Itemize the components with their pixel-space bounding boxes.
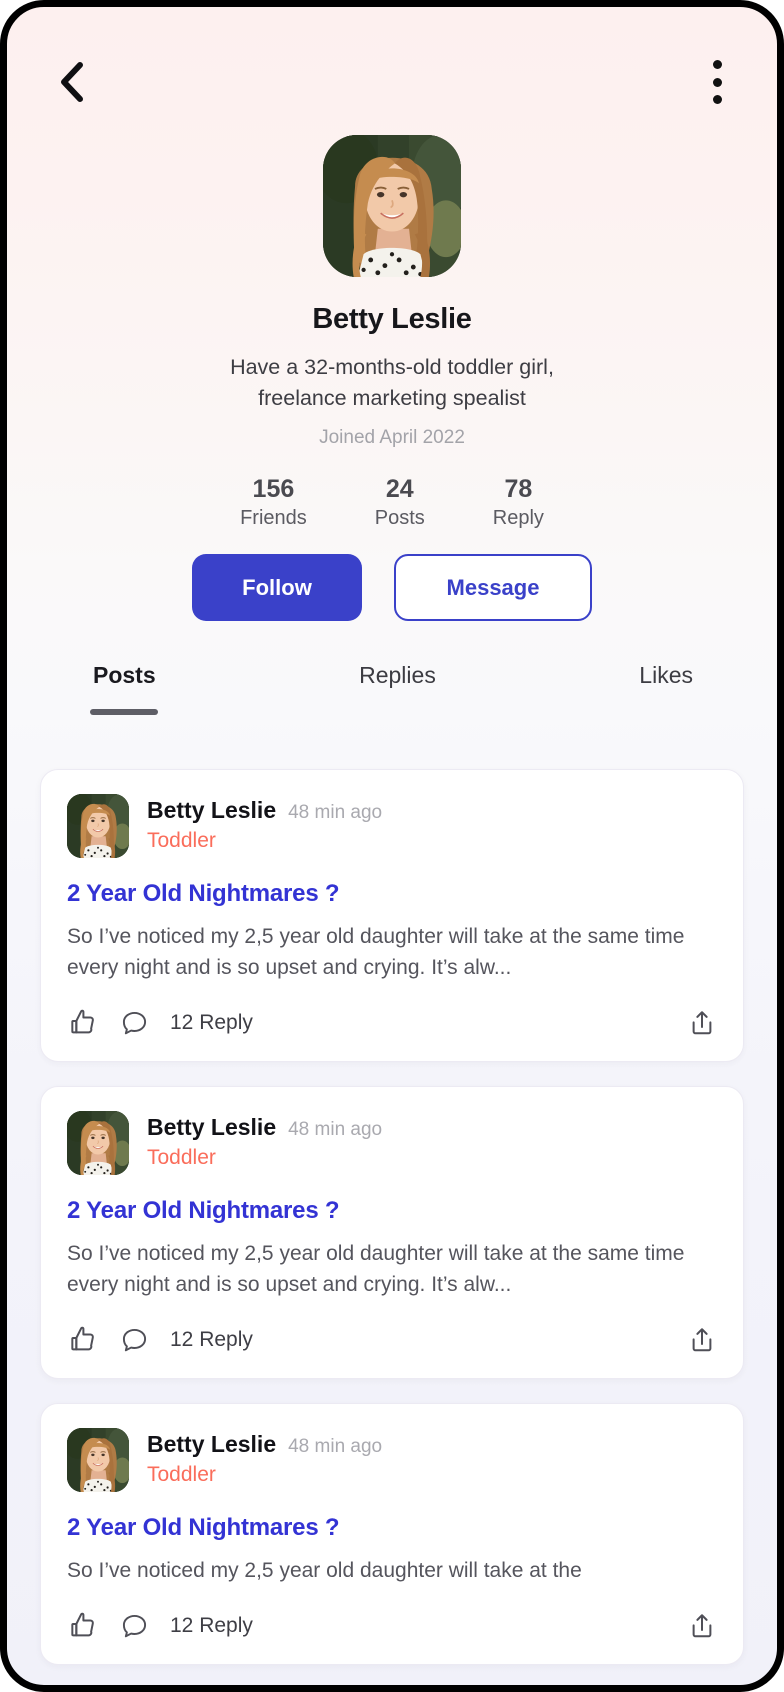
reply-count[interactable]: 12 Reply bbox=[170, 1614, 253, 1638]
profile-actions: Follow Message bbox=[192, 554, 592, 621]
post-category-tag[interactable]: Toddler bbox=[147, 1463, 382, 1487]
stat-friends-label: Friends bbox=[240, 507, 307, 529]
post-meta: Betty Leslie 48 min ago Toddler bbox=[147, 794, 382, 853]
post-card[interactable]: Betty Leslie 48 min ago Toddler 2 Year O… bbox=[40, 1086, 744, 1379]
phone-frame: Betty Leslie Have a 32-months-old toddle… bbox=[0, 0, 784, 1692]
thumbs-up-icon bbox=[71, 1009, 94, 1034]
more-vertical-icon-dot bbox=[712, 95, 722, 104]
post-title[interactable]: 2 Year Old Nightmares ? bbox=[67, 1197, 717, 1225]
comment-bubble-icon bbox=[122, 1614, 147, 1637]
post-author-avatar[interactable] bbox=[67, 1428, 129, 1492]
post-author-row: Betty Leslie 48 min ago bbox=[147, 797, 382, 824]
avatar-image bbox=[67, 1428, 129, 1492]
like-button[interactable] bbox=[67, 1007, 99, 1039]
post-author-name[interactable]: Betty Leslie bbox=[147, 797, 276, 824]
post-timestamp: 48 min ago bbox=[288, 1119, 383, 1140]
post-author-row: Betty Leslie 48 min ago bbox=[147, 1431, 382, 1458]
post-body: So I’ve noticed my 2,5 year old daughter… bbox=[67, 925, 685, 979]
post-card[interactable]: Betty Leslie 48 min ago Toddler 2 Year O… bbox=[40, 1403, 744, 1665]
post-category-tag[interactable]: Toddler bbox=[147, 1146, 382, 1170]
post-actions: 12 Reply bbox=[67, 1610, 717, 1642]
post-author-name[interactable]: Betty Leslie bbox=[147, 1114, 276, 1141]
share-button[interactable] bbox=[687, 1611, 717, 1641]
tab-likes[interactable]: Likes bbox=[639, 662, 693, 715]
profile-tabs: Posts Replies Likes bbox=[7, 662, 777, 715]
share-icon bbox=[692, 1328, 712, 1352]
avatar-image bbox=[67, 1111, 129, 1175]
post-header: Betty Leslie 48 min ago Toddler bbox=[67, 1111, 717, 1175]
post-author-avatar[interactable] bbox=[67, 794, 129, 858]
post-body: So I’ve noticed my 2,5 year old daughter… bbox=[67, 1242, 685, 1296]
stat-posts[interactable]: 24 Posts bbox=[375, 473, 425, 530]
profile-joined-date: Joined April 2022 bbox=[319, 427, 465, 448]
tab-likes-label: Likes bbox=[639, 662, 693, 688]
profile-bio: Have a 32-months-old toddler girl, freel… bbox=[230, 352, 554, 414]
avatar-image bbox=[67, 794, 129, 858]
reply-count[interactable]: 12 Reply bbox=[170, 1011, 253, 1035]
share-icon bbox=[692, 1011, 712, 1035]
post-author-name[interactable]: Betty Leslie bbox=[147, 1431, 276, 1458]
thumbs-up-icon bbox=[71, 1612, 94, 1637]
reply-count[interactable]: 12 Reply bbox=[170, 1328, 253, 1352]
share-button[interactable] bbox=[687, 1008, 717, 1038]
tab-active-indicator bbox=[90, 709, 159, 715]
comment-bubble-icon bbox=[122, 1011, 147, 1034]
post-timestamp: 48 min ago bbox=[288, 1436, 383, 1457]
tab-replies-label: Replies bbox=[359, 662, 436, 688]
stat-reply-label: Reply bbox=[492, 507, 544, 529]
profile-bio-line-1: Have a 32-months-old toddler girl, bbox=[230, 355, 554, 379]
post-category-tag[interactable]: Toddler bbox=[147, 829, 382, 853]
tab-posts[interactable]: Posts bbox=[90, 662, 159, 715]
like-button[interactable] bbox=[67, 1324, 99, 1356]
thumbs-up-icon bbox=[71, 1326, 94, 1351]
stat-reply-value: 78 bbox=[504, 475, 533, 503]
avatar[interactable] bbox=[323, 135, 461, 277]
message-button[interactable]: Message bbox=[394, 554, 592, 621]
comment-button[interactable] bbox=[119, 1325, 150, 1356]
post-author-avatar[interactable] bbox=[67, 1111, 129, 1175]
post-actions: 12 Reply bbox=[67, 1007, 717, 1039]
profile-header: Betty Leslie Have a 32-months-old toddle… bbox=[7, 135, 777, 621]
tab-replies[interactable]: Replies bbox=[359, 662, 436, 715]
like-button[interactable] bbox=[67, 1610, 99, 1642]
post-header: Betty Leslie 48 min ago Toddler bbox=[67, 794, 717, 858]
share-icon bbox=[692, 1614, 712, 1638]
posts-feed: Betty Leslie 48 min ago Toddler 2 Year O… bbox=[7, 769, 777, 1685]
post-title[interactable]: 2 Year Old Nightmares ? bbox=[67, 1514, 717, 1542]
back-button[interactable] bbox=[49, 60, 93, 104]
profile-bio-line-2: freelance marketing spealist bbox=[258, 386, 526, 410]
more-vertical-icon-dot bbox=[712, 60, 722, 69]
stat-posts-value: 24 bbox=[385, 475, 414, 503]
chevron-left-icon bbox=[61, 62, 83, 102]
post-author-row: Betty Leslie 48 min ago bbox=[147, 1114, 382, 1141]
tab-posts-label: Posts bbox=[93, 662, 156, 688]
comment-bubble-icon bbox=[122, 1328, 147, 1351]
post-header: Betty Leslie 48 min ago Toddler bbox=[67, 1428, 717, 1492]
more-options-button[interactable] bbox=[695, 54, 739, 110]
comment-button[interactable] bbox=[119, 1008, 150, 1039]
avatar-image bbox=[323, 135, 461, 277]
page-title: Betty Leslie bbox=[312, 303, 472, 335]
post-meta: Betty Leslie 48 min ago Toddler bbox=[147, 1428, 382, 1487]
stat-posts-label: Posts bbox=[374, 507, 425, 529]
share-button[interactable] bbox=[687, 1325, 717, 1355]
post-title[interactable]: 2 Year Old Nightmares ? bbox=[67, 880, 717, 908]
profile-stats: 156 Friends 24 Posts 78 Reply bbox=[240, 473, 544, 530]
post-meta: Betty Leslie 48 min ago Toddler bbox=[147, 1111, 382, 1170]
stat-reply[interactable]: 78 Reply bbox=[493, 473, 544, 530]
post-timestamp: 48 min ago bbox=[288, 802, 383, 823]
post-actions: 12 Reply bbox=[67, 1324, 717, 1356]
more-vertical-icon-dot bbox=[712, 77, 722, 87]
follow-button[interactable]: Follow bbox=[192, 554, 362, 621]
stat-friends[interactable]: 156 Friends bbox=[240, 473, 307, 530]
stat-friends-value: 156 bbox=[252, 475, 295, 503]
post-card[interactable]: Betty Leslie 48 min ago Toddler 2 Year O… bbox=[40, 769, 744, 1062]
post-body: So I’ve noticed my 2,5 year old daughter… bbox=[67, 1559, 582, 1582]
comment-button[interactable] bbox=[119, 1611, 150, 1642]
